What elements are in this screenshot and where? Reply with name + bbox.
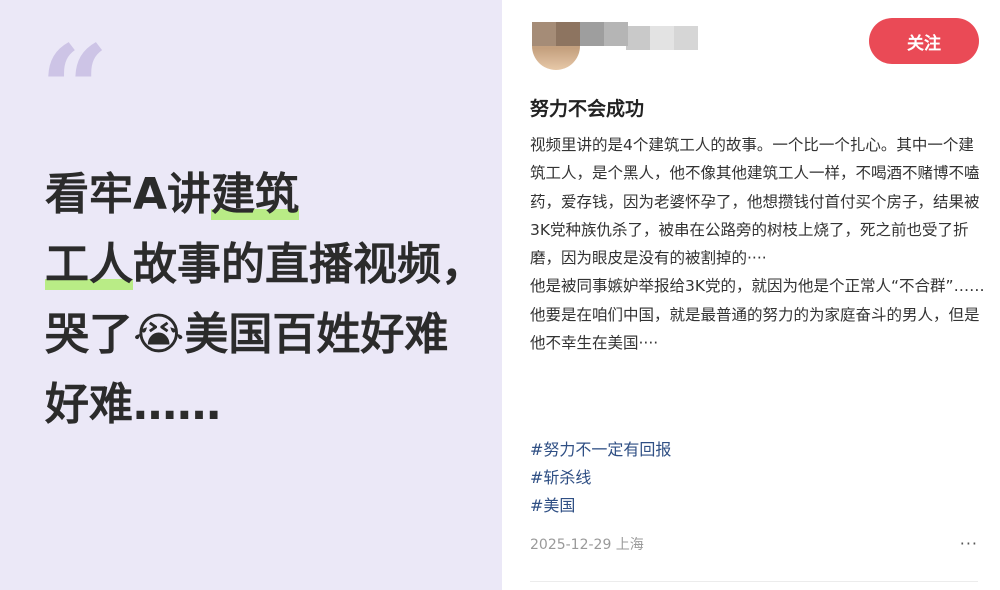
hashtag-list: #努力不一定有回报 #斩杀线 #美国 (530, 436, 671, 520)
hashtag-link[interactable]: #努力不一定有回报 (530, 436, 671, 464)
username-blurred[interactable] (626, 26, 698, 50)
divider (530, 581, 978, 582)
headline-highlight-2: 工人 (45, 239, 133, 290)
headline-part-1: 看牢A讲 (45, 169, 212, 220)
post-panel: 关注 努力不会成功 视频里讲的是4个建筑工人的故事。一个比一个扎心。其中一个建筑… (502, 0, 1000, 590)
hashtag-link[interactable]: #斩杀线 (530, 464, 671, 492)
post-date-location: 2025-12-29 上海 (530, 537, 644, 553)
post-paragraph-2: 他是被同事嫉妒举报给3K党的，就因为他是个正常人“不合群”…… (530, 277, 985, 296)
hashtag-link[interactable]: #美国 (530, 492, 671, 520)
post-meta: 2025-12-29 上海 ··· (530, 534, 978, 554)
more-options-icon[interactable]: ··· (960, 534, 978, 554)
post-paragraph-3: 他要是在咱们中国，就是最普通的努力的为家庭奋斗的男人，但是他不幸生在美国···· (530, 305, 980, 353)
follow-button[interactable]: 关注 (869, 18, 979, 64)
post-title: 努力不会成功 (530, 98, 645, 120)
post-body: 视频里讲的是4个建筑工人的故事。一个比一个扎心。其中一个建筑工人，是个黑人，他不… (530, 131, 985, 357)
post-paragraph-1: 视频里讲的是4个建筑工人的故事。一个比一个扎心。其中一个建筑工人，是个黑人，他不… (530, 136, 980, 268)
headline-highlight-1: 建筑 (211, 169, 300, 220)
quote-card: “ 看牢A讲建筑 工人故事的直播视频，哭了😭美国百姓好难好难…… (0, 0, 502, 590)
avatar-mosaic (532, 22, 628, 46)
quote-mark-icon: “ (40, 19, 110, 160)
quote-headline: 看牢A讲建筑 工人故事的直播视频，哭了😭美国百姓好难好难…… (45, 160, 485, 440)
